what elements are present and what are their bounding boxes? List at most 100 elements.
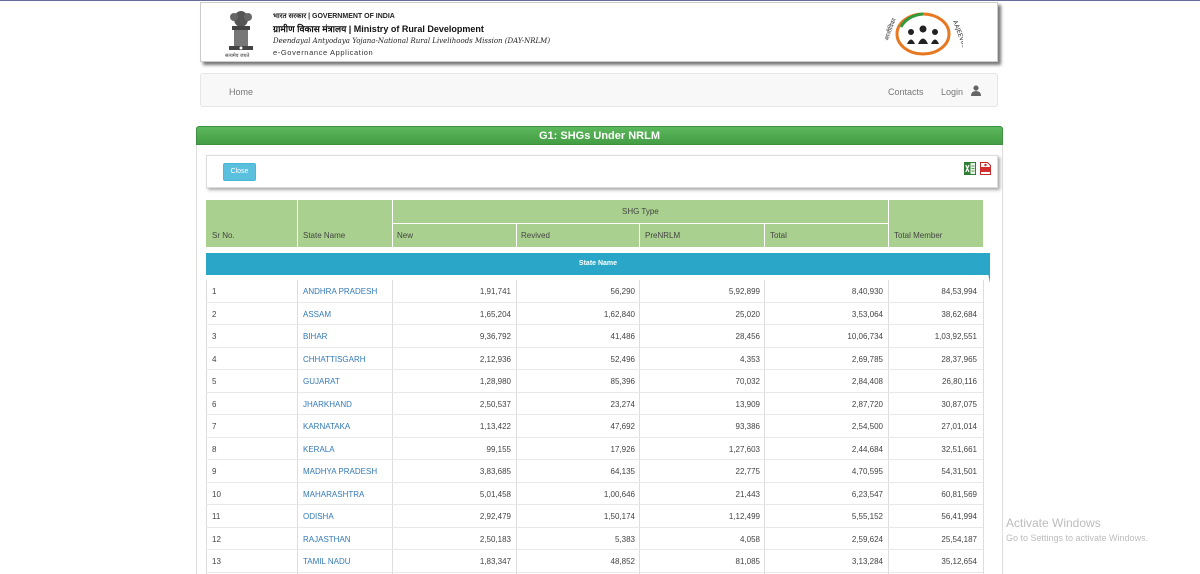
cell-new: 1,13,422 [479, 422, 511, 431]
cell-state-link[interactable]: TAMIL NADU [303, 557, 351, 566]
cell-prenrlm: 70,032 [735, 377, 760, 386]
cell-state-link[interactable]: MADHYA PRADESH [303, 467, 377, 476]
cell-state-link[interactable]: GUJARAT [303, 377, 340, 386]
cell-revived: 5,383 [614, 534, 635, 544]
cell-state-link[interactable]: CHHATTISGARH [303, 355, 366, 364]
grid-line [983, 280, 984, 574]
table-body: 1 ANDHRA PRADESH 1,91,741 56,290 5,92,899 8,4… [206, 280, 983, 573]
user-icon[interactable] [971, 85, 981, 96]
col-revived[interactable]: Revived [521, 231, 550, 240]
cell-sr-no: 7 [212, 422, 217, 431]
cell-total: 3,53,064 [851, 309, 883, 319]
nav-home-link[interactable]: Home [229, 87, 253, 97]
export-pdf-icon[interactable] [980, 162, 991, 175]
cell-revived: 1,50,174 [603, 512, 635, 521]
state-name-subheader: State Name [206, 253, 990, 275]
cell-state-link[interactable]: ODISHA [303, 512, 334, 521]
col-total[interactable]: Total [770, 231, 787, 240]
cell-total: 6,23,547 [851, 489, 883, 499]
nav-login-link[interactable]: Login [941, 87, 963, 97]
report-toolbar: Close [206, 155, 998, 188]
cell-revived: 52,496 [610, 354, 635, 364]
table-row: 13 TAMIL NADU 1,83,347 48,852 81,085 3,13,284… [206, 550, 983, 573]
cell-prenrlm: 1,12,499 [728, 512, 760, 521]
report-title: G1: SHGs Under NRLM [196, 126, 1003, 145]
cell-new: 2,12,936 [479, 354, 511, 364]
cell-state-link[interactable]: JHARKHAND [303, 400, 352, 409]
cell-revived: 85,396 [610, 377, 635, 386]
cell-revived: 64,135 [610, 467, 635, 476]
nav-contacts-link[interactable]: Contacts [888, 87, 924, 97]
cell-revived: 48,852 [610, 557, 635, 566]
cell-new: 1,91,741 [479, 287, 511, 296]
cell-revived: 1,00,646 [603, 489, 635, 499]
col-sr-no[interactable]: Sr No. [212, 231, 235, 240]
shg-type-header: SHG Type [622, 207, 659, 216]
cell-new: 99,155 [486, 444, 511, 454]
cell-prenrlm: 25,020 [735, 309, 760, 319]
cell-prenrlm: 1,27,603 [728, 444, 760, 454]
cell-sr-no: 9 [212, 467, 217, 476]
cell-total: 10,06,734 [847, 332, 883, 341]
activate-title: Activate Windows [1006, 516, 1101, 530]
table-row: 4 CHHATTISGARH 2,12,936 52,496 4,353 2,69,785… [206, 348, 983, 370]
cell-state-link[interactable]: ASSAM [303, 310, 331, 319]
cell-sr-no: 11 [212, 512, 221, 521]
cell-prenrlm: 28,456 [735, 332, 760, 341]
close-button[interactable]: Close [223, 163, 256, 181]
col-total-member[interactable]: Total Member [894, 231, 942, 240]
cell-state-link[interactable]: BIHAR [303, 332, 327, 341]
cell-total: 2,84,408 [851, 377, 883, 386]
svg-text:AAJEEVIKA: AAJEEVIKA [951, 19, 963, 52]
cell-prenrlm: 4,058 [739, 534, 760, 544]
cell-prenrlm: 93,386 [735, 422, 760, 431]
cell-revived: 23,274 [610, 399, 635, 409]
cell-total: 2,69,785 [851, 354, 883, 364]
cell-total: 5,55,152 [851, 512, 883, 521]
nrlm-logo-icon: आजीविका AAJEEVIKA [882, 11, 969, 57]
cell-total-member: 26,80,116 [942, 377, 977, 386]
cell-revived: 41,486 [610, 332, 635, 341]
export-excel-icon[interactable] [964, 162, 976, 175]
cell-new: 2,50,537 [479, 399, 511, 409]
cell-total-member: 56,41,994 [941, 512, 977, 521]
svg-text:आजीविका: आजीविका [883, 17, 898, 42]
cell-total: 3,13,284 [851, 557, 883, 566]
cell-state-link[interactable]: RAJASTHAN [303, 535, 351, 544]
gov-india-line: भारत सरकार | GOVERNMENT OF INDIA [273, 13, 395, 20]
col-new[interactable]: New [397, 231, 413, 240]
cell-total-member: 25,54,187 [941, 534, 977, 544]
table-row: 2 ASSAM 1,65,204 1,62,840 25,020 3,53,064 38,6… [206, 303, 983, 325]
cell-prenrlm: 22,775 [735, 467, 760, 476]
col-prenrlm[interactable]: PreNRLM [645, 231, 680, 240]
cell-total: 2,44,684 [851, 444, 883, 454]
cell-new: 1,83,347 [479, 557, 511, 566]
col-state-name[interactable]: State Name [303, 231, 345, 240]
windows-activation-watermark: Activate Windows Go to Settings to activ… [1006, 516, 1148, 543]
cell-sr-no: 8 [212, 444, 217, 454]
cell-revived: 1,62,840 [603, 309, 635, 319]
cell-state-link[interactable]: KARNATAKA [303, 422, 350, 431]
top-navbar: Home Contacts Login [200, 73, 998, 107]
table-row: 5 GUJARAT 1,28,980 85,396 70,032 2,84,408 26,8… [206, 370, 983, 393]
cell-new: 5,01,458 [479, 489, 511, 499]
cell-state-link[interactable]: MAHARASHTRA [303, 490, 364, 499]
cell-total: 2,54,500 [851, 422, 883, 431]
cell-revived: 56,290 [610, 287, 635, 296]
cell-prenrlm: 81,085 [735, 557, 760, 566]
cell-prenrlm: 4,353 [739, 354, 760, 364]
cell-new: 2,50,183 [479, 534, 511, 544]
header-banner: सत्यमेव जयते भारत सरकार | GOVERNMENT OF … [200, 2, 998, 62]
cell-new: 2,92,479 [479, 512, 511, 521]
cell-state-link[interactable]: ANDHRA PRADESH [303, 287, 377, 296]
cell-sr-no: 1 [212, 287, 217, 296]
cell-total-member: 30,87,075 [941, 399, 977, 409]
cell-total-member: 32,51,661 [941, 444, 977, 454]
cell-total-member: 28,37,965 [941, 354, 977, 364]
application-line: e-Governance Application [273, 48, 374, 57]
table-row: 11 ODISHA 2,92,479 1,50,174 1,12,499 5,55,152… [206, 505, 983, 528]
cell-sr-no: 13 [212, 557, 221, 566]
cell-new: 1,28,980 [479, 377, 511, 386]
ministry-line: ग्रामीण विकास मंत्रालय | Ministry of Rur… [273, 24, 484, 34]
cell-state-link[interactable]: KERALA [303, 445, 335, 454]
